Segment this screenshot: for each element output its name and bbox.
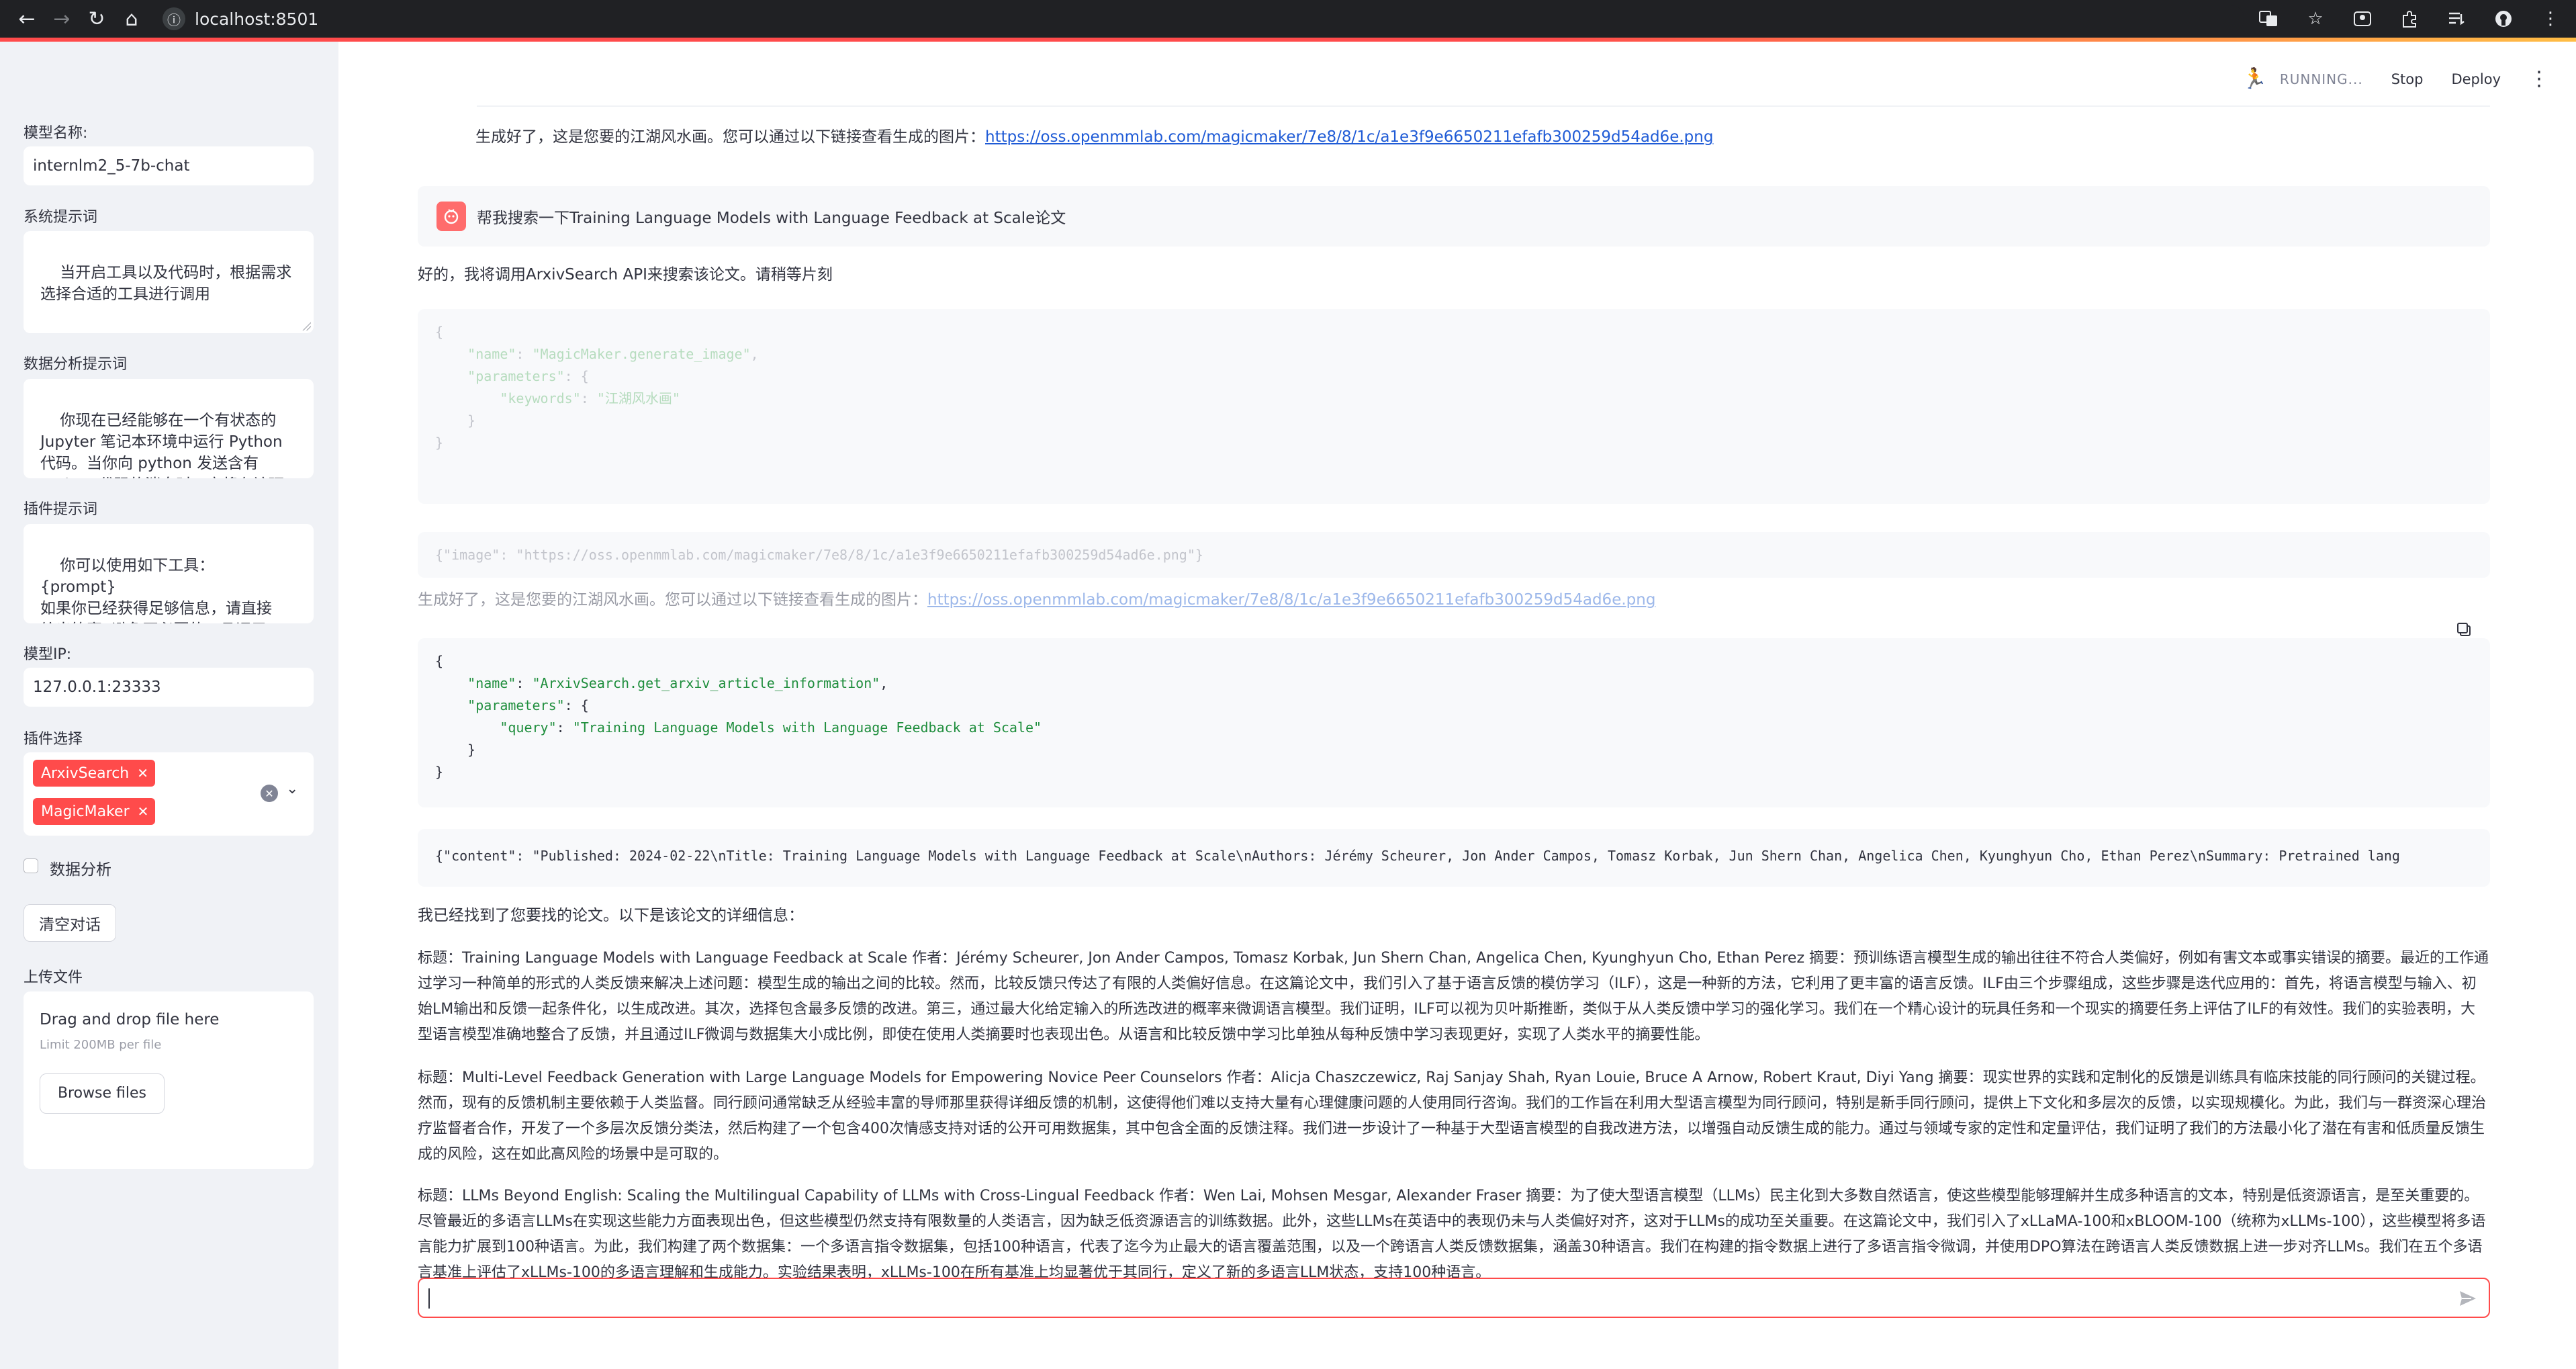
plugin-tag-magicmaker[interactable]: MagicMaker ✕ [33,798,156,825]
browser-menu-icon[interactable]: ⋮ [2538,7,2563,31]
model-name-input[interactable]: internlm2_5-7b-chat [24,146,314,185]
arxiv-result-block: {"content": "Published: 2024-02-22\nTitl… [418,829,2490,887]
plugin-select-label: 插件选择 [24,731,83,748]
faded-image-link[interactable]: https://oss.openmmlab.com/magicmaker/7e8… [927,591,1655,609]
reading-list-icon[interactable] [2444,7,2469,31]
plugin-prompt-text: 你可以使用如下工具： {prompt} 如果你已经获得足够信息，请直接 给出答案… [40,557,273,623]
reload-icon[interactable]: ↻ [79,1,114,36]
plugin-tag-label: MagicMaker [41,803,130,820]
user-avatar-icon [436,202,466,231]
model-name-label: 模型名称: [24,125,88,142]
text-caret [428,1288,430,1309]
main-chat-area: 🏃 RUNNING... Stop Deploy ⋮ 生成好了，这是您要的江湖风… [338,42,2576,1369]
sidebar: 模型名称: internlm2_5-7b-chat 系统提示词 当开启工具以及代… [0,42,338,1369]
deploy-button[interactable]: Deploy [2451,71,2501,87]
code-block-generate-image: { "name": "MagicMaker.generate_image", "… [418,309,2490,504]
running-indicator: 🏃 RUNNING... [2242,67,2363,91]
file-dropzone[interactable]: Drag and drop file here Limit 200MB per … [24,991,314,1169]
assistant-image-message: 生成好了，这是您要的江湖风水画。您可以通过以下链接查看生成的图片：https:/… [475,128,1714,146]
bookmark-star-icon[interactable]: ☆ [2303,7,2328,31]
copy-icon[interactable] [2455,621,2474,639]
plugin-prompt-textarea[interactable]: 你可以使用如下工具： {prompt} 如果你已经获得足够信息，请直接 给出答案… [24,524,314,623]
image-result-block: {"image": "https://oss.openmmlab.com/mag… [418,532,2490,578]
translate-icon[interactable] [2256,7,2281,31]
profile-extension-icon[interactable] [2350,7,2375,31]
system-prompt-label: 系统提示词 [24,209,98,226]
plugin-tag-arxivsearch[interactable]: ArxivSearch ✕ [33,760,156,787]
github-icon[interactable] [2491,7,2516,31]
plugin-prompt-label: 插件提示词 [24,501,98,518]
model-ip-input[interactable]: 127.0.0.1:23333 [24,668,314,707]
paper-1-summary: 标题：Training Language Models with Languag… [418,950,2489,1043]
chat-input[interactable] [418,1278,2490,1318]
remove-tag-icon[interactable]: ✕ [138,803,149,820]
address-bar[interactable]: ⓘ localhost:8501 [163,5,2244,32]
browse-files-button[interactable]: Browse files [40,1073,165,1114]
extensions-puzzle-icon[interactable] [2397,7,2422,31]
code-block-arxiv: { "name": "ArxivSearch.get_arxiv_article… [418,638,2490,807]
model-ip-label: 模型IP: [24,646,72,663]
upload-file-label: 上传文件 [24,969,83,986]
chevron-down-icon[interactable]: ⌄ [286,781,298,797]
data-analysis-prompt-textarea[interactable]: 你现在已经能够在一个有状态的 Jupyter 笔记本环境中运行 Python 代… [24,379,314,478]
url-text: localhost:8501 [195,9,319,29]
site-info-icon[interactable]: ⓘ [163,7,185,30]
faded-image-message: 生成好了，这是您要的江湖风水画。您可以通过以下链接查看生成的图片：https:/… [418,591,1656,609]
data-analysis-checkbox[interactable] [24,858,38,873]
system-prompt-text: 当开启工具以及代码时，根据需求 选择合适的工具进行调用 [40,264,292,303]
back-icon[interactable]: ← [9,1,44,36]
paper-2-summary: 标题：Multi-Level Feedback Generation with … [418,1069,2487,1163]
main-menu-icon[interactable]: ⋮ [2529,69,2549,89]
user-message: 帮我搜索一下Training Language Models with Lang… [418,186,2490,247]
home-icon[interactable]: ⌂ [114,1,149,36]
dropzone-title: Drag and drop file here [40,1011,220,1028]
data-analysis-prompt-label: 数据分析提示词 [24,356,128,373]
stop-button[interactable]: Stop [2391,71,2424,87]
data-analysis-label: 数据分析 [50,861,111,879]
dropzone-limit: Limit 200MB per file [40,1038,162,1052]
found-intro: 我已经找到了您要找的论文。以下是该论文的详细信息： [418,907,804,924]
data-analysis-prompt-text: 你现在已经能够在一个有状态的 Jupyter 笔记本环境中运行 Python 代… [40,412,284,478]
system-prompt-textarea[interactable]: 当开启工具以及代码时，根据需求 选择合适的工具进行调用 [24,231,314,333]
divider [477,105,2490,107]
user-message-text: 帮我搜索一下Training Language Models with Lang… [477,210,1066,227]
send-icon[interactable] [2458,1288,2478,1309]
remove-tag-icon[interactable]: ✕ [137,765,148,781]
running-man-icon: 🏃 [2242,67,2268,91]
app-status-bar: 🏃 RUNNING... Stop Deploy ⋮ [2242,67,2549,91]
plugin-tag-label: ArxivSearch [41,764,130,782]
assistant-intro: 好的，我将调用ArxivSearch API来搜索该论文。请稍等片刻 [418,266,833,283]
forward-icon[interactable]: → [44,1,79,36]
paper-3-summary: 标题：LLMs Beyond English: Scaling the Mult… [418,1188,2486,1281]
browser-toolbar: ← → ↻ ⌂ ⓘ localhost:8501 ☆ ⋮ [0,0,2576,38]
clear-chat-button[interactable]: 清空对话 [24,904,116,942]
image-link[interactable]: https://oss.openmmlab.com/magicmaker/7e8… [985,128,1713,146]
resize-handle-icon[interactable] [302,321,311,330]
clear-all-icon[interactable]: ✕ [261,785,278,802]
